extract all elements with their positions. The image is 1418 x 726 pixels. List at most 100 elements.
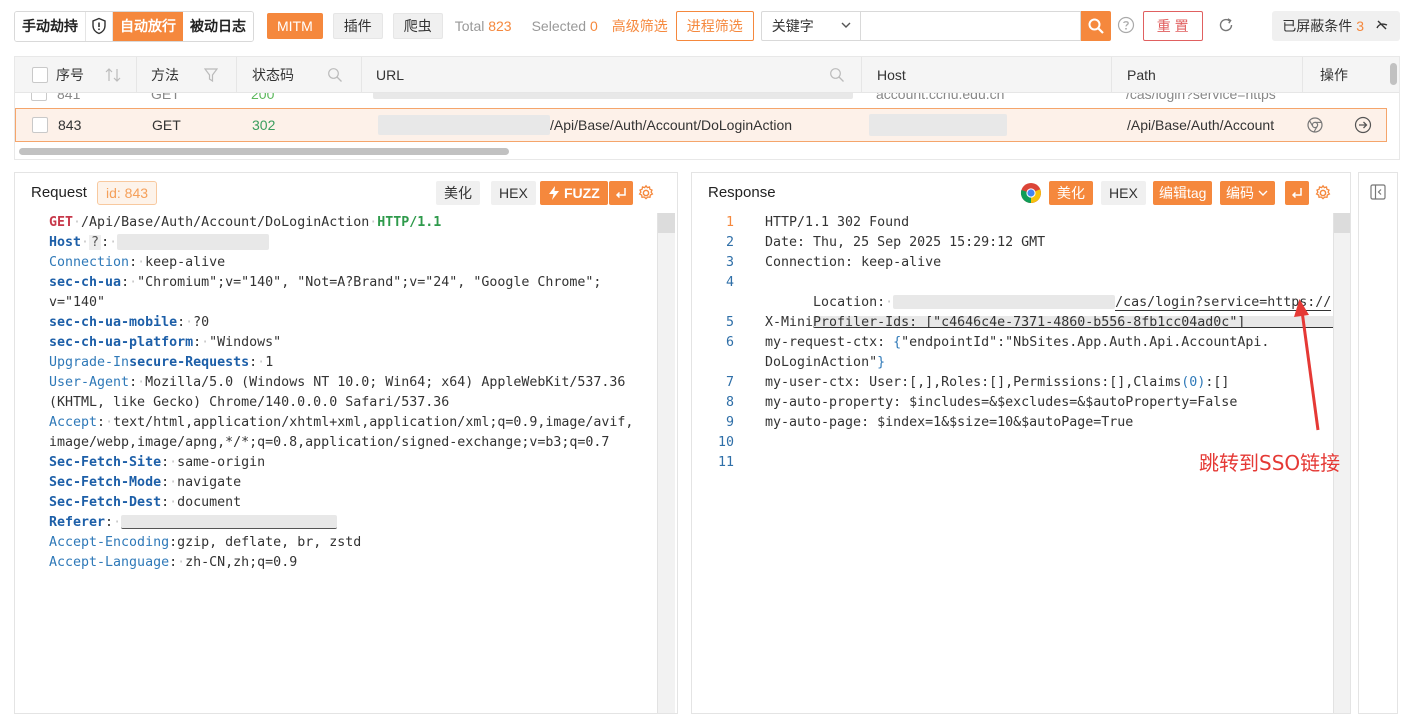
header-value: 1 (265, 355, 274, 370)
column-status-label: 状态码 (252, 67, 294, 83)
request-scrollbar[interactable] (657, 213, 675, 713)
request-hex-button[interactable]: HEX (491, 181, 536, 205)
column-actions: 操作 (1303, 57, 1389, 93)
total-value: 823 (488, 18, 512, 34)
column-host[interactable]: Host (862, 57, 1112, 93)
select-all-checkbox[interactable] (32, 67, 48, 83)
search-icon[interactable] (327, 67, 343, 86)
row-id: 843 (58, 117, 82, 133)
process-filter-button[interactable]: 进程筛选 (675, 11, 754, 41)
table-row[interactable]: 841 GET 200 account.ccnu.edu.cn /cas/log… (15, 93, 1385, 105)
header-value-end: :[] (1205, 375, 1230, 390)
hide-icon (1374, 17, 1390, 36)
request-panel: Request id: 843 美化 HEX FUZZ GET·/Api/Bas… (14, 172, 678, 714)
auto-pass-button[interactable]: 自动放行 (113, 11, 183, 41)
table-horizontal-scrollbar[interactable] (19, 148, 509, 155)
line-number: 6 (725, 335, 734, 350)
header-key: secure-Requests (129, 355, 250, 370)
refresh-icon[interactable] (1217, 16, 1235, 37)
plugins-button[interactable]: 插件 (332, 13, 383, 39)
reset-button[interactable]: 重 置 (1142, 11, 1203, 41)
row-path: /Api/Base/Auth/Account (1127, 117, 1275, 133)
manual-hijack-button[interactable]: 手动劫持 (15, 11, 85, 41)
row-id: 841 (57, 93, 81, 102)
chrome-icon[interactable] (1020, 181, 1042, 205)
arrow-right-circle-icon[interactable] (1354, 109, 1372, 141)
row-url-redacted (373, 93, 853, 99)
advanced-filter-link[interactable]: 高级筛选 (612, 16, 668, 36)
header-key: Connection (49, 255, 130, 270)
header-key: Accept-Language (49, 555, 170, 570)
column-url[interactable]: URL (362, 57, 862, 93)
search-icon (1088, 18, 1104, 34)
gear-icon[interactable] (1314, 181, 1332, 205)
header-key: Sec-Fetch-Mode (49, 475, 162, 490)
request-line: GET·/Api/Base/Auth/Account/DoLoginAction… (49, 215, 442, 230)
request-scrollbar-thumb[interactable] (658, 213, 675, 233)
request-beautify-button[interactable]: 美化 (436, 181, 480, 205)
fuzz-button[interactable]: FUZZ (540, 181, 608, 205)
shielded-conditions-button[interactable]: 已屏蔽条件 3 (1272, 11, 1400, 41)
referer-redacted (121, 515, 338, 529)
header-sec-ch-ua-platform: sec-ch-ua-platform:·"Windows" (49, 335, 282, 350)
header-key: Referer (49, 515, 106, 530)
column-path-label: Path (1127, 67, 1156, 83)
row-url: /Api/Base/Auth/Account/DoLoginAction (378, 109, 792, 141)
keyword-type-select[interactable]: 关键字 (760, 11, 861, 41)
header-user-agent-cont: (KHTML, like Gecko) Chrome/140.0.0.0 Saf… (49, 393, 449, 413)
table-header: 序号 方法 状态码 URL Host Path 操作 (15, 57, 1399, 93)
row-checkbox[interactable] (32, 117, 48, 133)
filter-icon[interactable] (203, 67, 219, 86)
line-number: 2 (725, 235, 734, 250)
row-url-path: /Api/Base/Auth/Account/DoLoginAction (550, 117, 793, 133)
encoding-dropdown[interactable]: 编码 (1220, 181, 1275, 205)
column-method[interactable]: 方法 (137, 57, 237, 93)
crawler-button[interactable]: 爬虫 (392, 13, 443, 39)
keyword-input[interactable] (860, 11, 1081, 41)
host-redacted (869, 114, 1007, 136)
gear-icon[interactable] (637, 181, 655, 205)
header-connection: Connection: keep-alive (765, 255, 942, 270)
table-row-selected[interactable]: 843 GET 302 /Api/Base/Auth/Account/DoLog… (15, 108, 1387, 142)
edit-tag-button[interactable]: 编辑tag (1153, 181, 1213, 205)
selected-label: Selected (531, 18, 587, 34)
mitm-button[interactable]: MITM (267, 13, 323, 39)
header-value: v="140" (49, 295, 106, 310)
column-actions-label: 操作 (1320, 67, 1348, 83)
header-value: "Windows" (209, 335, 282, 350)
header-request-ctx: my-request-ctx: {"endpointId":"NbSites.A… (765, 335, 1270, 350)
url-host-redacted (378, 115, 550, 135)
wrap-button[interactable] (609, 181, 633, 205)
header-accept-language: Accept-Language:·zh-CN,zh;q=0.9 (49, 555, 298, 570)
response-hex-button[interactable]: HEX (1101, 181, 1146, 205)
annotation-arrow (1294, 299, 1320, 431)
column-id[interactable]: 序号 (15, 57, 137, 93)
column-host-label: Host (877, 67, 906, 83)
passive-log-button[interactable]: 被动日志 (183, 11, 253, 41)
response-scrollbar-thumb[interactable] (1334, 213, 1350, 233)
request-title: Request (31, 184, 87, 201)
response-beautify-button[interactable]: 美化 (1049, 181, 1093, 205)
shield-icon[interactable] (85, 11, 113, 41)
selected-count: Selected 0 (532, 18, 598, 34)
wrap-button[interactable] (1285, 181, 1309, 205)
row-checkbox[interactable] (31, 93, 47, 101)
column-path[interactable]: Path (1112, 57, 1303, 93)
chrome-open-icon[interactable] (1306, 109, 1324, 141)
header-date: Date: Thu, 25 Sep 2025 15:29:12 GMT (765, 235, 1046, 250)
help-icon[interactable] (1117, 16, 1135, 37)
wrap-icon (1291, 188, 1302, 199)
sort-icon[interactable] (104, 67, 122, 86)
line-number: 5 (725, 315, 734, 330)
header-value: image/webp,image/apng,*/*;q=0.8,applicat… (49, 435, 610, 450)
search-button[interactable] (1080, 11, 1111, 41)
row-path: /cas/login?service=https (1126, 93, 1276, 102)
method: GET (49, 215, 74, 230)
chevron-down-icon (840, 18, 852, 34)
column-status[interactable]: 状态码 (237, 57, 362, 93)
table-vertical-scrollbar[interactable] (1390, 63, 1397, 85)
line-number: 3 (725, 255, 734, 270)
header-value: gzip, deflate, br, zstd (177, 535, 362, 550)
sidebar-toggle-icon[interactable] (1369, 183, 1387, 204)
search-icon[interactable] (829, 67, 845, 86)
